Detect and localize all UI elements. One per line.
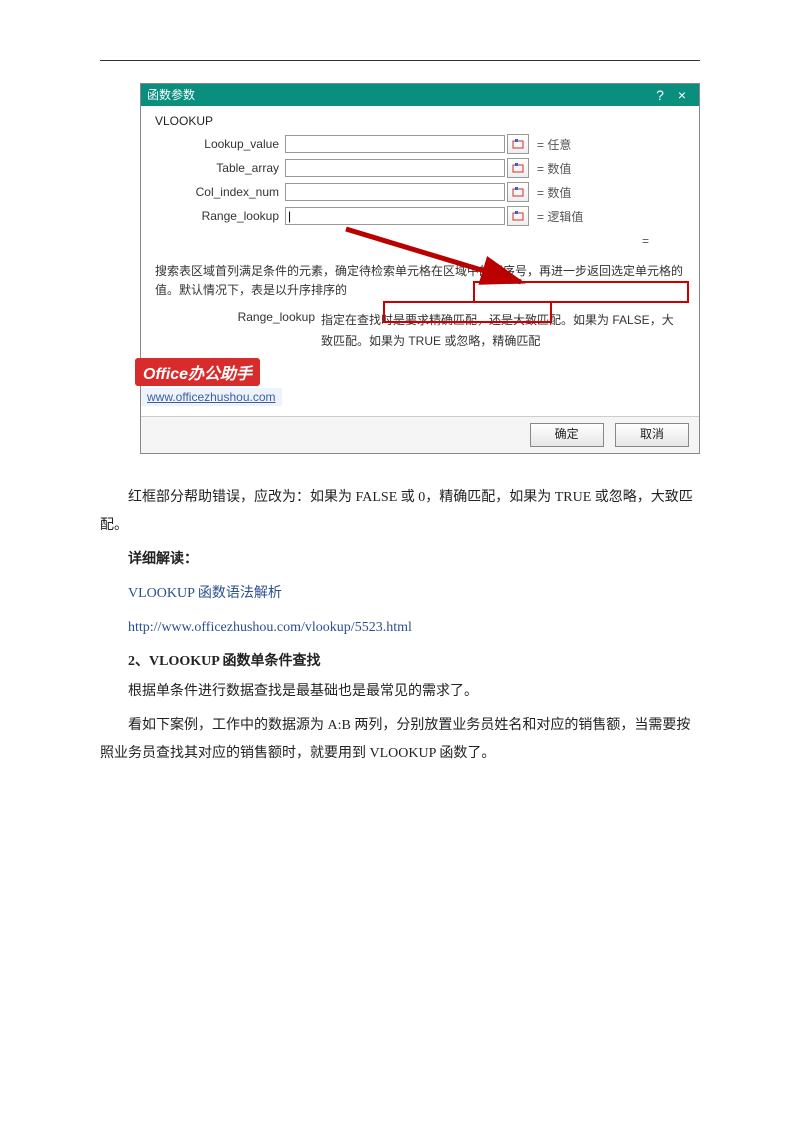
dialog-title: 函数参数 [147,84,649,106]
equals-row: = [151,230,689,254]
section-heading: 2、VLOOKUP 函数单条件查找 [100,650,700,670]
param-row: Col_index_num = 数值 [151,182,689,202]
function-args-dialog: 函数参数 ? × VLOOKUP Lookup_value = 任意 Table… [140,83,700,454]
param-result: = 逻辑值 [537,208,583,225]
param-row: Lookup_value = 任意 [151,134,689,154]
watermark-badge: Office办公助手 [135,358,260,386]
range-select-icon[interactable] [507,182,529,202]
lookup-value-input[interactable] [285,135,505,153]
param-description-label: Range_lookup [155,310,321,324]
function-name: VLOOKUP [155,114,689,128]
param-row: Table_array = 数值 [151,158,689,178]
range-select-icon[interactable] [507,134,529,154]
close-icon[interactable]: × [671,84,693,106]
range-select-icon[interactable] [507,206,529,226]
ok-button[interactable]: 确定 [530,423,604,447]
body-paragraph: 红框部分帮助错误，应改为：如果为 FALSE 或 0，精确匹配，如果为 TRUE… [100,484,700,540]
param-label: Table_array [151,161,285,175]
param-result: = 任意 [537,136,571,153]
red-highlight-box [383,301,552,323]
body-url[interactable]: http://www.officezhushou.com/vlookup/552… [100,614,700,642]
dialog-titlebar: 函数参数 ? × [141,84,699,106]
red-highlight-box [473,281,689,303]
watermark-url: www.officezhushou.com [141,388,282,406]
param-label: Col_index_num [151,185,285,199]
horizontal-rule [100,60,700,61]
body-link[interactable]: VLOOKUP 函数语法解析 [100,580,700,608]
range-lookup-input[interactable] [285,207,505,225]
param-row: Range_lookup = 逻辑值 [151,206,689,226]
dialog-footer: 确定 取消 [141,416,699,453]
help-icon[interactable]: ? [649,84,671,106]
param-result: = 数值 [537,160,571,177]
param-result: = 数值 [537,184,571,201]
body-subheading: 详细解读： [100,546,700,574]
body-paragraph: 看如下案例，工作中的数据源为 A:B 两列，分别放置业务员姓名和对应的销售额，当… [100,712,700,768]
dialog-body: VLOOKUP Lookup_value = 任意 Table_array = … [141,106,699,416]
body-paragraph: 根据单条件进行数据查找是最基础也是最常见的需求了。 [100,678,700,706]
range-select-icon[interactable] [507,158,529,178]
param-label: Lookup_value [151,137,285,151]
col-index-num-input[interactable] [285,183,505,201]
cancel-button[interactable]: 取消 [615,423,689,447]
param-label: Range_lookup [151,209,285,223]
table-array-input[interactable] [285,159,505,177]
